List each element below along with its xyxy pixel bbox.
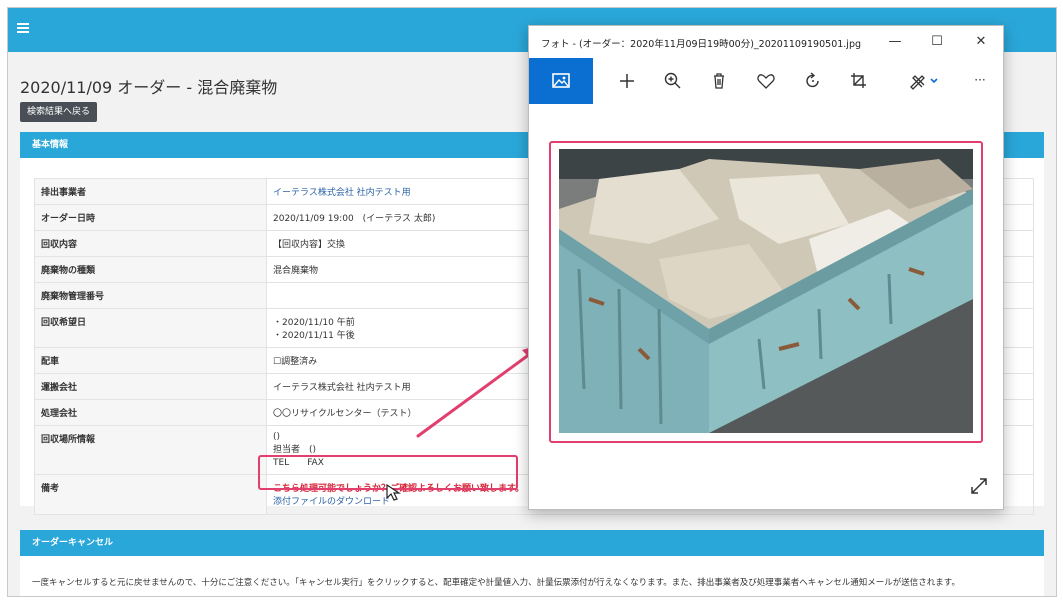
viewer-title: フォト - (オーダー：2020年11月09日19時00分)_202011091…: [541, 39, 861, 50]
row-label: 廃棄物管理番号: [34, 282, 267, 309]
crop-icon: [851, 73, 866, 88]
zoom-button[interactable]: [661, 70, 685, 92]
plus-icon: [620, 74, 634, 88]
edit-dropdown-button[interactable]: [907, 70, 941, 92]
more-options-button[interactable]: ···: [969, 70, 991, 90]
menu-icon[interactable]: [17, 23, 29, 33]
crop-button[interactable]: [847, 70, 871, 92]
mouse-cursor-icon: [386, 483, 401, 501]
row-label: 回収希望日: [34, 308, 267, 348]
container-image: [559, 149, 973, 433]
row-label: 備考: [34, 474, 267, 515]
draw-tools-icon: [910, 75, 938, 90]
maximize-button[interactable]: ☐: [926, 32, 948, 52]
row-label: 処理会社: [34, 399, 267, 426]
viewer-titlebar: フォト - (オーダー：2020年11月09日19時00分)_202011091…: [529, 26, 1003, 58]
order-cancel-panel: オーダーキャンセル 一度キャンセルすると元に戻せませんので、十分にご注意ください…: [20, 530, 1044, 596]
row-label: 運搬会社: [34, 373, 267, 400]
trash-icon: [714, 73, 724, 89]
favorite-button[interactable]: [754, 70, 778, 92]
row-label: 排出事業者: [34, 178, 267, 205]
page-title: 2020/11/09 オーダー - 混合廃棄物: [20, 78, 278, 97]
close-button[interactable]: ✕: [970, 32, 992, 52]
row-label: 廃棄物の種類: [34, 256, 267, 283]
view-photo-button[interactable]: [529, 58, 593, 104]
row-label: 配車: [34, 347, 267, 374]
order-cancel-heading: オーダーキャンセル: [20, 530, 1044, 556]
image-icon: [552, 73, 570, 88]
heart-icon: [757, 74, 775, 89]
zoom-in-icon: [664, 72, 681, 89]
rotate-icon: [806, 72, 819, 88]
row-label: オーダー日時: [34, 204, 267, 231]
back-to-results-button[interactable]: 検索結果へ戻る: [20, 102, 98, 122]
row-label: 回収内容: [34, 230, 267, 257]
cancel-warning-text: 一度キャンセルすると元に戻せませんので、十分にご注意ください。「キャンセル実行」…: [32, 578, 960, 588]
photo-viewer-window: フォト - (オーダー：2020年11月09日19時00分)_202011091…: [528, 25, 1004, 510]
add-button[interactable]: [615, 70, 639, 92]
viewer-toolbar: ···: [529, 58, 1003, 104]
expand-icon[interactable]: [969, 476, 989, 496]
delete-button[interactable]: [707, 70, 731, 92]
generator-company-link[interactable]: イーテラス株式会社 社内テスト用: [273, 188, 411, 198]
waste-container-photo: [559, 149, 973, 433]
minimize-button[interactable]: —: [884, 32, 906, 52]
row-label: 回収場所情報: [34, 425, 267, 475]
rotate-button[interactable]: [801, 70, 825, 92]
